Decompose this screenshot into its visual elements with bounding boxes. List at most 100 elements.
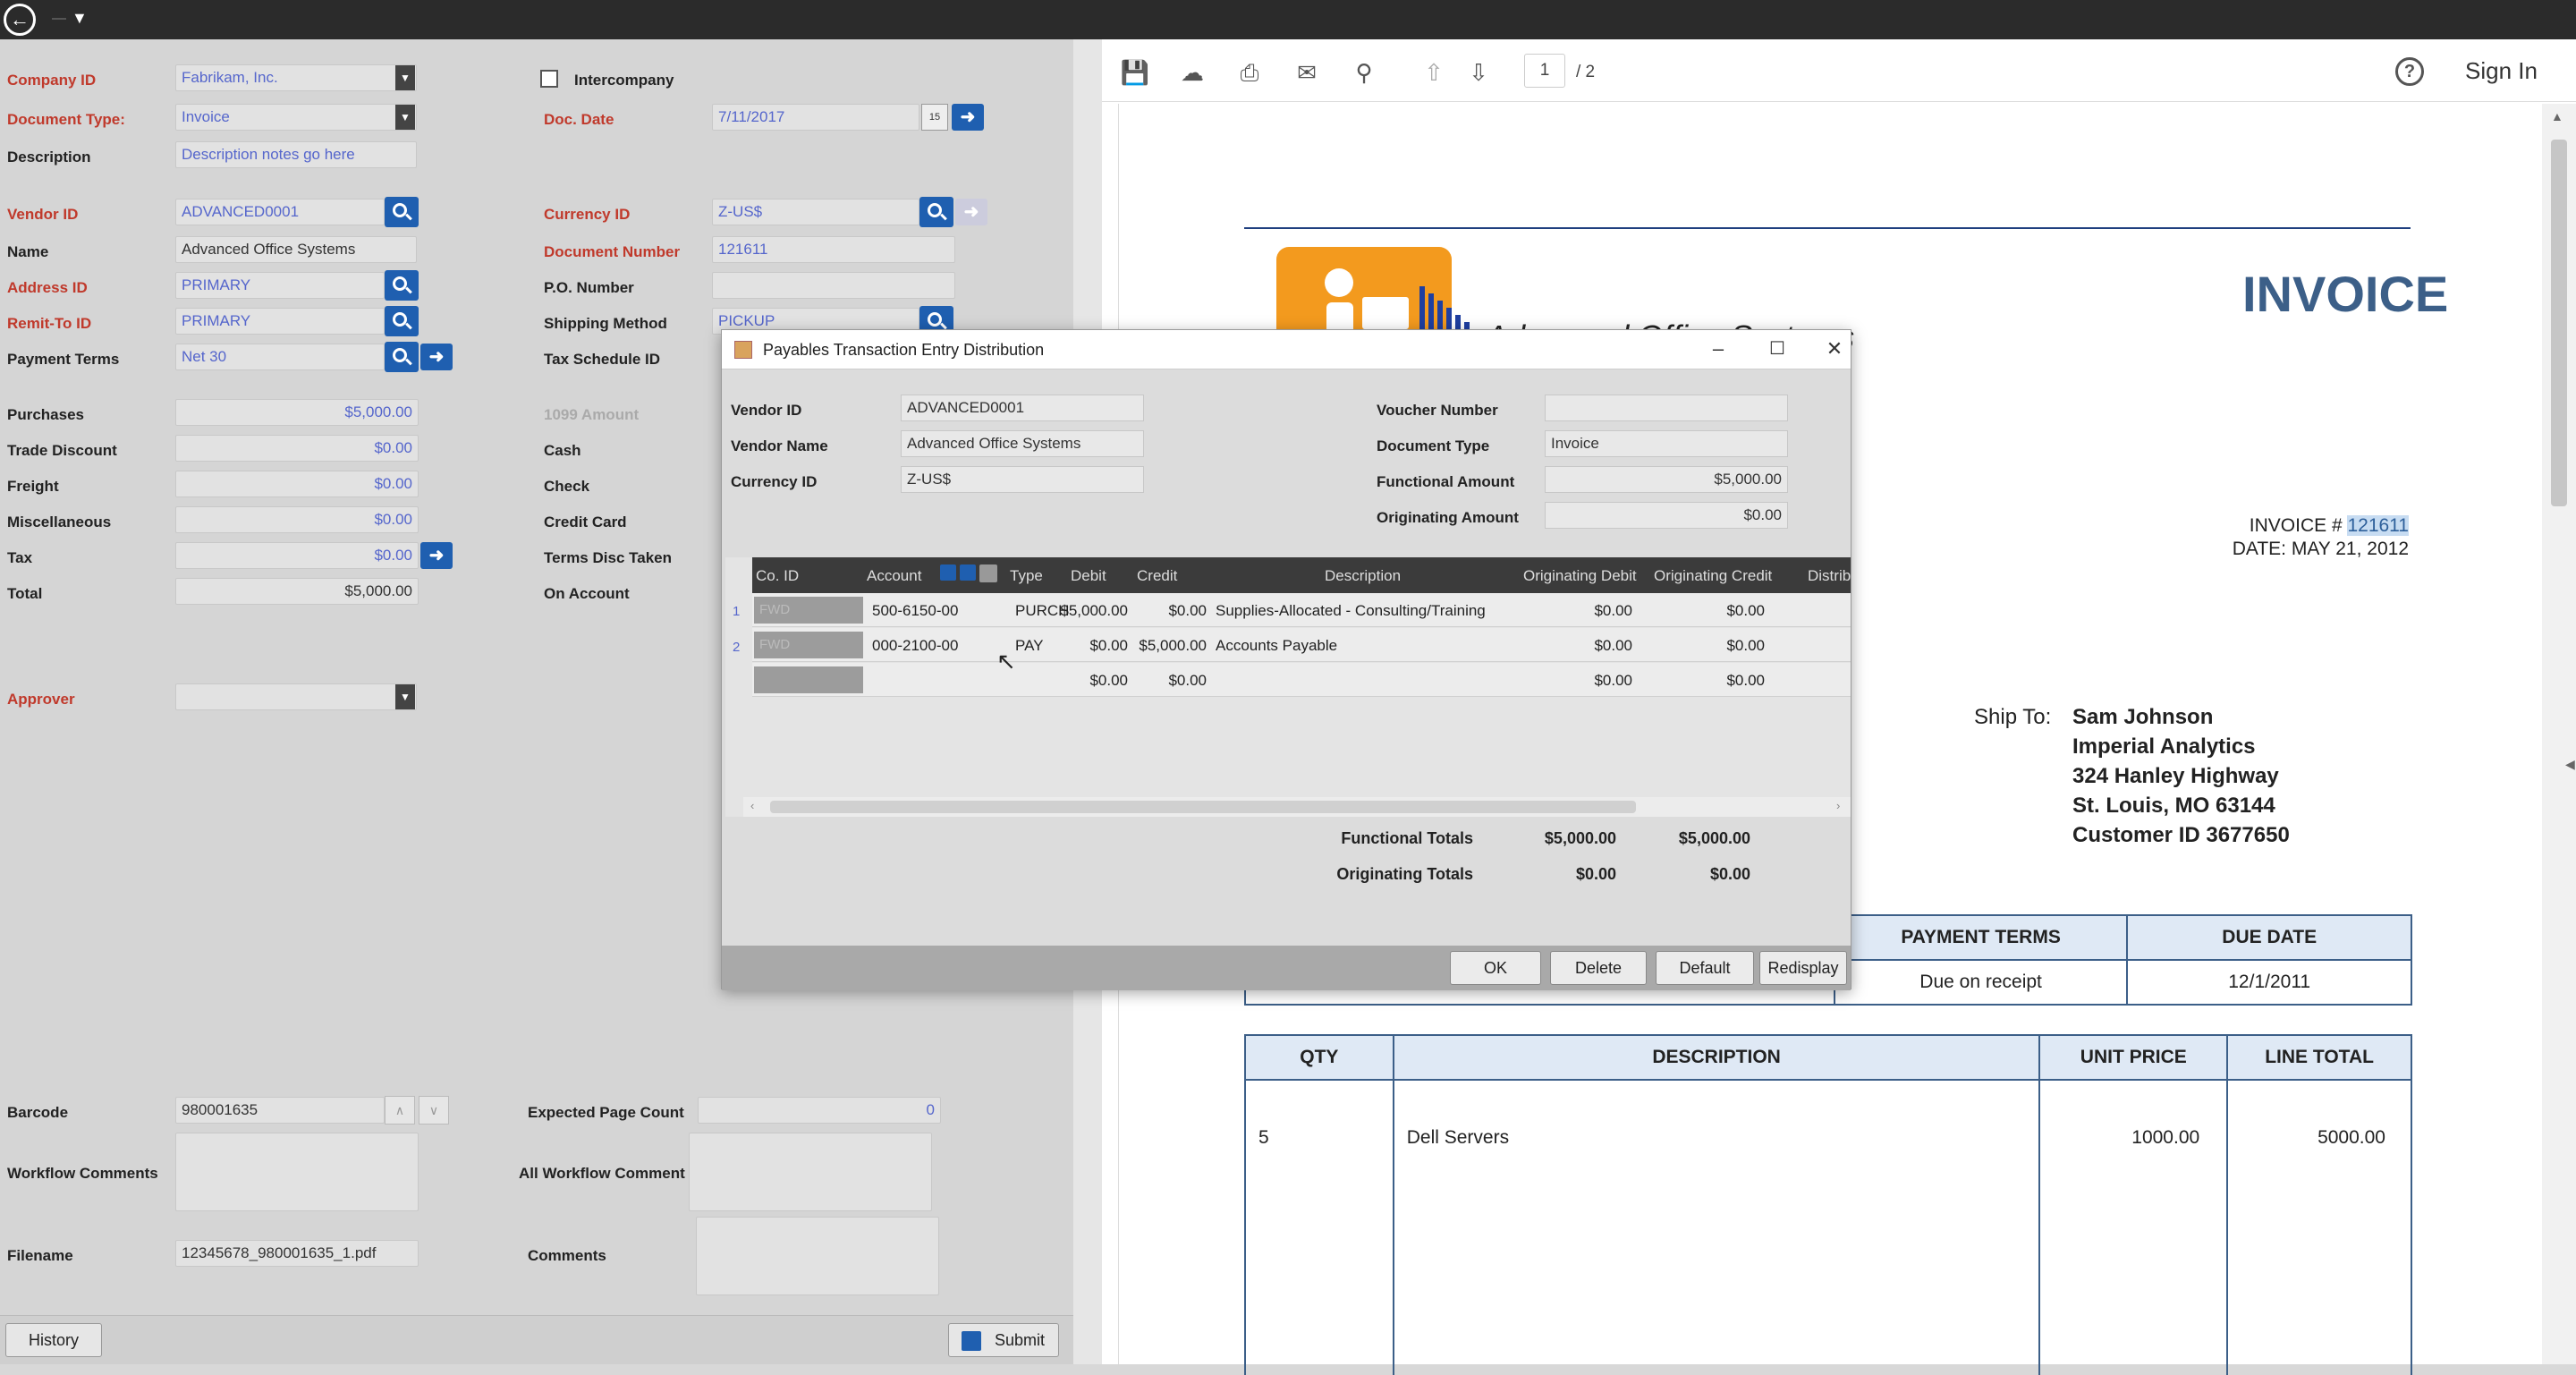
name-input[interactable]: Advanced Office Systems xyxy=(175,236,417,263)
account-expand-icon[interactable] xyxy=(979,564,997,582)
column-header[interactable]: Type xyxy=(1010,567,1043,585)
document-type-select[interactable]: Invoice xyxy=(175,104,417,131)
maximize-icon[interactable]: ☐ xyxy=(1759,335,1795,362)
filename-input[interactable]: 12345678_980001635_1.pdf xyxy=(175,1240,419,1267)
account-cell[interactable]: 500-6150-00 xyxy=(872,602,958,620)
account-arrow-icon[interactable] xyxy=(960,564,976,581)
currency-id-input[interactable]: Z-US$ xyxy=(712,199,919,225)
sign-in-link[interactable]: Sign In xyxy=(2465,57,2538,85)
close-icon[interactable]: ✕ xyxy=(1817,335,1852,362)
company-id-select[interactable]: Fabrikam, Inc. xyxy=(175,64,417,91)
originating-credit-cell[interactable]: $0.00 xyxy=(1638,637,1765,655)
table-row[interactable]: FWD 500-6150-00 PURCH $5,000.00 $0.00 Su… xyxy=(752,593,1851,627)
freight-input[interactable]: $0.00 xyxy=(175,471,419,497)
currency-search-icon[interactable] xyxy=(919,197,953,227)
remit-to-search-icon[interactable] xyxy=(385,306,419,336)
column-header[interactable]: Distrib xyxy=(1808,567,1851,585)
delete-button[interactable]: Delete xyxy=(1550,951,1647,985)
all-workflow-comments-input[interactable] xyxy=(689,1133,932,1211)
back-arrow-icon[interactable]: ← xyxy=(4,4,36,36)
column-header[interactable]: Debit xyxy=(1071,567,1106,585)
payment-terms-search-icon[interactable] xyxy=(385,342,419,372)
table-row[interactable]: $0.00 $0.00 $0.00 $0.00 xyxy=(752,663,1851,697)
page-number-input[interactable]: 1 xyxy=(1524,54,1565,88)
originating-credit-cell[interactable]: $0.00 xyxy=(1638,602,1765,620)
doc-date-input[interactable]: 7/11/2017 xyxy=(712,104,919,131)
vertical-scrollbar[interactable]: ▲ ◀ xyxy=(2542,104,2576,1364)
description-cell[interactable]: Supplies-Allocated - Consulting/Training xyxy=(1216,602,1486,620)
arrow-right-icon[interactable]: ➜ xyxy=(420,344,453,370)
page-down-icon[interactable]: ⇩ xyxy=(1463,57,1494,88)
vendor-search-icon[interactable] xyxy=(385,197,419,227)
column-header[interactable]: Originating Credit xyxy=(1654,567,1772,585)
caret-down-icon[interactable]: ▼ xyxy=(72,9,88,28)
column-header[interactable]: Description xyxy=(1325,567,1401,585)
originating-debit-cell[interactable]: $0.00 xyxy=(1521,602,1632,620)
debit-cell[interactable]: $0.00 xyxy=(1053,672,1128,690)
description-cell[interactable]: Accounts Payable xyxy=(1216,637,1337,655)
co-id-cell[interactable]: FWD xyxy=(754,597,863,624)
search-icon[interactable]: ⚲ xyxy=(1349,57,1379,88)
horizontal-scrollbar[interactable]: ‹ › xyxy=(743,797,1851,817)
approver-select[interactable] xyxy=(175,683,417,710)
chevron-down-icon[interactable]: ▼ xyxy=(395,105,415,130)
scroll-left-icon[interactable]: ‹ xyxy=(750,799,754,812)
intercompany-checkbox[interactable] xyxy=(540,70,558,88)
chevron-down-icon[interactable]: ∨ xyxy=(419,1096,449,1125)
description-input[interactable]: Description notes go here xyxy=(175,141,417,168)
column-header[interactable]: Credit xyxy=(1137,567,1177,585)
remit-to-id-input[interactable]: PRIMARY xyxy=(175,308,385,335)
mail-icon[interactable]: ✉ xyxy=(1292,57,1322,88)
address-id-input[interactable]: PRIMARY xyxy=(175,272,385,299)
originating-debit-cell[interactable]: $0.00 xyxy=(1521,672,1632,690)
submit-button[interactable]: Submit xyxy=(948,1323,1059,1357)
trade-discount-input[interactable]: $0.00 xyxy=(175,435,419,462)
dialog-titlebar[interactable]: Payables Transaction Entry Distribution … xyxy=(722,330,1851,369)
comments-input[interactable] xyxy=(696,1217,939,1295)
scroll-up-icon[interactable]: ▲ xyxy=(2551,109,2563,123)
help-icon[interactable]: ? xyxy=(2395,57,2424,86)
column-header[interactable]: Co. ID xyxy=(756,567,799,585)
column-header[interactable]: Originating Debit xyxy=(1523,567,1637,585)
credit-cell[interactable]: $0.00 xyxy=(1128,672,1207,690)
redisplay-button[interactable]: Redisplay xyxy=(1759,951,1847,985)
arrow-right-icon[interactable]: ➜ xyxy=(420,542,453,569)
expected-page-count-input[interactable]: 0 xyxy=(698,1097,941,1124)
workflow-comments-input[interactable] xyxy=(175,1133,419,1211)
column-header[interactable]: Account xyxy=(867,567,921,585)
co-id-cell[interactable] xyxy=(754,666,863,693)
address-search-icon[interactable] xyxy=(385,270,419,301)
document-number-input[interactable]: 121611 xyxy=(712,236,955,263)
debit-cell[interactable]: $0.00 xyxy=(1053,637,1128,655)
calendar-icon[interactable]: 15 xyxy=(921,104,948,131)
originating-debit-cell[interactable]: $0.00 xyxy=(1521,637,1632,655)
vendor-id-input[interactable]: ADVANCED0001 xyxy=(175,199,385,225)
credit-cell[interactable]: $0.00 xyxy=(1128,602,1207,620)
chevron-down-icon[interactable]: ▼ xyxy=(395,65,415,90)
chevron-down-icon[interactable]: ▼ xyxy=(395,684,415,709)
page-up-icon[interactable]: ⇧ xyxy=(1419,57,1449,88)
tax-input[interactable]: $0.00 xyxy=(175,542,419,569)
save-icon[interactable]: 💾 xyxy=(1120,57,1150,88)
print-icon[interactable]: ⎙ xyxy=(1234,57,1265,88)
credit-cell[interactable]: $5,000.00 xyxy=(1128,637,1207,655)
scroll-thumb[interactable] xyxy=(2551,140,2567,506)
type-cell[interactable]: PAY xyxy=(1015,637,1044,655)
purchases-input[interactable]: $5,000.00 xyxy=(175,399,419,426)
upload-cloud-icon[interactable]: ☁ xyxy=(1177,57,1208,88)
arrow-right-icon[interactable]: ➜ xyxy=(952,104,984,131)
default-button[interactable]: Default xyxy=(1656,951,1754,985)
ok-button[interactable]: OK xyxy=(1450,951,1541,985)
account-lookup-icon[interactable] xyxy=(940,564,956,581)
minimize-icon[interactable]: – xyxy=(1700,335,1736,362)
table-row[interactable]: FWD 000-2100-00 PAY $0.00 $5,000.00 Acco… xyxy=(752,628,1851,662)
history-button[interactable]: History xyxy=(5,1323,102,1357)
scroll-thumb[interactable] xyxy=(770,801,1636,813)
po-number-input[interactable] xyxy=(712,272,955,299)
scroll-right-icon[interactable]: › xyxy=(1836,799,1840,812)
collapse-panel-icon[interactable]: ◀ xyxy=(2565,757,2575,772)
account-cell[interactable]: 000-2100-00 xyxy=(872,637,958,655)
miscellaneous-input[interactable]: $0.00 xyxy=(175,506,419,533)
originating-credit-cell[interactable]: $0.00 xyxy=(1638,672,1765,690)
payment-terms-input[interactable]: Net 30 xyxy=(175,344,385,370)
